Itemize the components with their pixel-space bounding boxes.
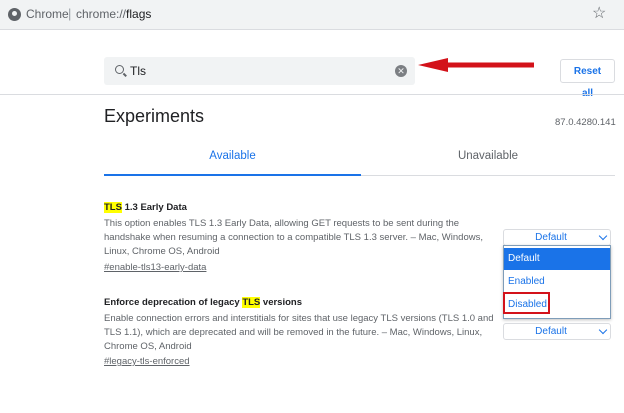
search-highlight: TLS <box>104 202 122 213</box>
header-divider <box>0 94 624 95</box>
address-bar[interactable]: Chrome | chrome://flags ☆ <box>0 0 624 30</box>
tab-unavailable[interactable]: Unavailable <box>361 150 615 176</box>
page-title: Experiments <box>104 106 205 126</box>
experiment-title-text: versions <box>260 297 302 308</box>
experiment-title-text: 1.3 Early Data <box>121 202 187 213</box>
reset-all-button[interactable]: Reset all <box>560 59 615 99</box>
annotation-arrow <box>418 58 534 72</box>
address-bar-separator: | <box>68 6 72 21</box>
annotation-highlight-box <box>503 292 550 314</box>
experiment-link[interactable]: #legacy-tls-enforced <box>104 356 190 367</box>
tab-available[interactable]: Available <box>104 150 361 176</box>
search-highlight: TLS <box>242 297 261 308</box>
version-label: 87.0.4280.141 <box>555 117 616 128</box>
url-scheme: chrome:// <box>76 7 127 21</box>
experiment-select[interactable]: Default <box>503 229 611 246</box>
chevron-down-icon <box>598 231 608 241</box>
experiment-description: Enable connection errors and interstitia… <box>104 313 494 352</box>
experiment-select[interactable]: Default <box>503 323 611 340</box>
tab-divider <box>361 175 615 176</box>
site-info-icon[interactable] <box>8 8 21 21</box>
search-icon <box>115 65 124 74</box>
address-bar-url[interactable]: chrome://flags <box>76 7 151 21</box>
search-box[interactable]: ✕ <box>104 57 415 85</box>
search-input[interactable] <box>130 62 380 80</box>
select-value: Default <box>535 326 567 337</box>
dropdown-option-enabled[interactable]: Enabled <box>504 271 610 293</box>
active-tab-indicator <box>104 174 361 176</box>
experiment-title: Enforce deprecation of legacy TLS versio… <box>104 297 302 308</box>
experiment-title: TLS 1.3 Early Data <box>104 202 187 213</box>
clear-icon[interactable]: ✕ <box>395 65 407 77</box>
chevron-down-icon <box>598 325 608 335</box>
address-bar-brand: Chrome <box>26 7 69 21</box>
url-host: flags <box>126 7 152 21</box>
experiment-description: This option enables TLS 1.3 Early Data, … <box>104 218 483 257</box>
experiment-link[interactable]: #enable-tls13-early-data <box>104 262 206 273</box>
experiment-title-text: Enforce deprecation of legacy <box>104 297 243 308</box>
star-icon[interactable]: ☆ <box>592 3 606 23</box>
dropdown-option-default[interactable]: Default <box>504 248 610 270</box>
select-value: Default <box>535 232 567 243</box>
